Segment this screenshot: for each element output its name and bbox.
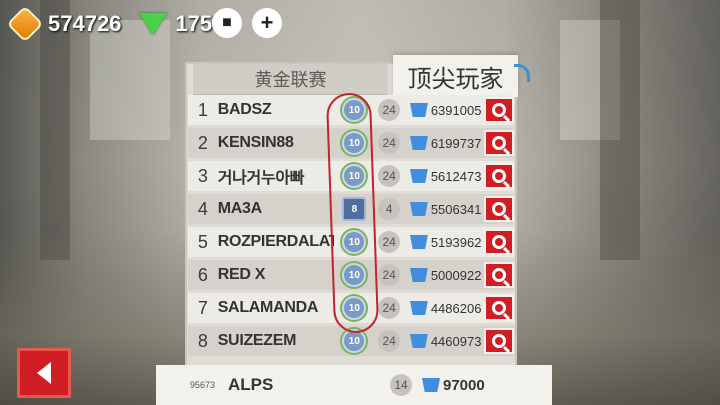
row-player-name: KENSIN88 (217, 134, 294, 151)
row-level: 24 (378, 165, 401, 187)
row-score: 4460973 (430, 333, 482, 349)
row-player-name: 거나거누아빠 (217, 170, 305, 187)
row-rank: 5 (197, 231, 208, 252)
row-player-name: MA3A (217, 200, 262, 217)
trophy-icon (422, 378, 440, 392)
self-level: 14 (390, 374, 412, 396)
magnifier-icon (492, 103, 507, 117)
row-level: 24 (378, 297, 401, 319)
tab-gold-league[interactable]: 黄金联赛 (193, 64, 388, 96)
row-level: 24 (378, 231, 401, 253)
row-score: 5506341 (430, 201, 482, 217)
magnifier-icon (492, 136, 507, 150)
view-player-button[interactable] (484, 295, 514, 321)
currency-bar: 574726 175 (6, 5, 213, 43)
magnifier-icon (492, 268, 507, 282)
row-rank: 6 (197, 264, 208, 285)
shop-button[interactable]: ■ (212, 8, 242, 38)
magnifier-icon (492, 334, 507, 348)
magnifier-icon (492, 301, 507, 315)
view-player-button[interactable] (484, 262, 514, 288)
row-level: 24 (378, 330, 401, 352)
self-name: ALPS (228, 375, 274, 394)
back-button[interactable] (17, 348, 71, 398)
self-score: 97000 (443, 376, 485, 394)
add-currency-button[interactable]: + (252, 8, 282, 38)
view-player-button[interactable] (484, 229, 514, 255)
magnifier-icon (492, 235, 507, 249)
trophy-icon (410, 169, 428, 183)
view-player-button[interactable] (484, 328, 514, 354)
row-player-name: SALAMANDA (217, 299, 319, 316)
view-player-button[interactable] (484, 130, 514, 156)
row-score: 6199737 (430, 135, 482, 151)
plus-icon: + (260, 10, 274, 35)
row-rank: 4 (197, 198, 208, 219)
row-rank: 8 (197, 330, 208, 351)
coin-count: 574726 (48, 11, 122, 36)
view-player-button[interactable] (484, 196, 514, 222)
row-score: 5000922 (430, 267, 482, 283)
view-player-button[interactable] (484, 97, 514, 123)
back-arrow-icon (37, 362, 51, 384)
row-rank: 2 (197, 132, 208, 153)
trophy-icon (410, 103, 428, 117)
row-level: 24 (378, 132, 401, 154)
row-level: 24 (378, 264, 401, 286)
lock-icon: ■ (222, 14, 232, 31)
badge-highlight-circle (325, 92, 380, 334)
curl-icon (514, 64, 530, 82)
trophy-icon (410, 301, 428, 315)
trophy-icon (410, 334, 428, 348)
row-player-name: SUIZEZEM (217, 332, 297, 349)
view-player-button[interactable] (484, 163, 514, 189)
trophy-icon (410, 136, 428, 150)
row-level: 4 (378, 198, 401, 220)
row-rank: 1 (197, 99, 208, 120)
row-score: 5193962 (430, 234, 482, 250)
gem-count: 175 (175, 11, 213, 36)
coin-icon (6, 5, 44, 43)
row-level: 24 (378, 99, 401, 121)
trophy-icon (410, 268, 428, 282)
row-score: 4486206 (430, 300, 482, 316)
self-row: 95673 ALPS 14 97000 (156, 365, 552, 405)
magnifier-icon (492, 169, 507, 183)
gem-icon (139, 13, 168, 35)
row-player-name: BADSZ (217, 101, 272, 118)
self-rank: 95673 (190, 380, 216, 390)
row-rank: 7 (197, 297, 208, 318)
tab-top-players[interactable]: 顶尖玩家 (393, 55, 518, 97)
row-score: 6391005 (430, 102, 482, 118)
row-score: 5612473 (430, 168, 482, 184)
row-player-name: ROZPIERDALATOR (217, 233, 335, 250)
row-rank: 3 (197, 165, 208, 186)
trophy-icon (410, 235, 428, 249)
trophy-icon (410, 202, 428, 216)
magnifier-icon (492, 202, 507, 216)
row-player-name: RED X (217, 266, 266, 283)
